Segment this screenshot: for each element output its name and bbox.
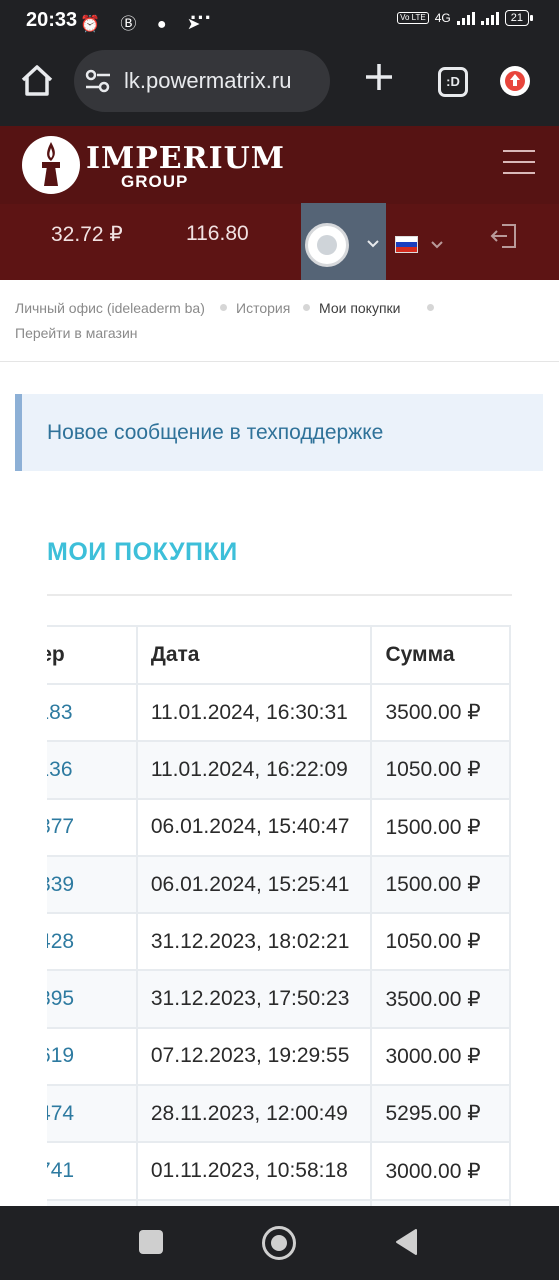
order-number-link[interactable]: -659741: [47, 1141, 138, 1201]
more-notifications-icon: ···: [190, 5, 212, 30]
order-date: 07.12.2023, 19:29:55: [135, 1026, 373, 1087]
order-number-link[interactable]: -831183: [47, 682, 138, 743]
order-sum: 5295.00 ₽: [370, 1084, 511, 1144]
site-settings-icon[interactable]: [84, 68, 112, 94]
support-message-link[interactable]: Новое сообщение в техподдержке: [47, 421, 383, 445]
chevron-down-icon: [367, 240, 379, 248]
logout-icon[interactable]: [490, 222, 518, 250]
order-date: 01.11.2023, 10:58:18: [135, 1141, 373, 1201]
home-nav-icon[interactable]: [262, 1226, 296, 1260]
table-row: -659741 01.11.2023, 10:58:18 3000.00 ₽: [47, 1141, 511, 1201]
breadcrumb-go-to-shop[interactable]: Перейти в магазин: [15, 325, 138, 341]
breadcrumb-separator: [220, 304, 227, 311]
network-type: 4G: [434, 11, 451, 25]
order-number-link[interactable]: -809395: [47, 969, 138, 1029]
column-header-number: Номер: [47, 625, 138, 685]
table-row: -831136 11.01.2024, 16:22:09 1050.00 ₽: [47, 740, 511, 800]
table-row: -809395 31.12.2023, 17:50:23 3500.00 ₽: [47, 969, 511, 1029]
order-number-link[interactable]: -821377: [47, 797, 138, 857]
column-header-sum: Сумма: [370, 625, 511, 685]
table-row: -821377 06.01.2024, 15:40:47 1500.00 ₽: [47, 797, 511, 857]
signal-icon-2: [480, 11, 499, 25]
menu-icon[interactable]: [503, 150, 535, 176]
breadcrumb: Личный офис (ideleaderm ba) История Мои …: [0, 280, 559, 362]
camera-icon: [317, 235, 337, 255]
brand-subtitle: GROUP: [121, 172, 189, 191]
table-row: -722474 28.11.2023, 12:00:49 5295.00 ₽: [47, 1084, 511, 1144]
language-chevron-icon[interactable]: [430, 240, 444, 250]
title-divider: [47, 594, 512, 596]
logo-icon[interactable]: [22, 136, 80, 194]
home-icon[interactable]: [18, 62, 56, 100]
breadcrumb-history[interactable]: История: [236, 300, 290, 316]
site-header: IMPERIUM GROUP: [0, 126, 559, 204]
table-row: -809428 31.12.2023, 18:02:21 1050.00 ₽: [47, 912, 511, 972]
column-header-date: Дата: [135, 625, 373, 685]
brand-name: IMPERIUM: [86, 141, 286, 176]
recent-apps-icon[interactable]: [139, 1230, 163, 1254]
order-number-link[interactable]: -821339: [47, 854, 138, 915]
page-title: МОИ ПОКУПКИ: [47, 538, 238, 566]
order-sum: 3500.00 ₽: [370, 969, 511, 1029]
order-date: 31.12.2023, 18:02:21: [135, 912, 373, 972]
order-sum: 3000.00 ₽: [370, 1141, 511, 1201]
status-bar: 20:33 ⏰ Ⓑ ● ➤ ··· Vo LTE 4G 21: [0, 0, 559, 40]
order-date: 31.12.2023, 17:50:23: [135, 969, 373, 1029]
order-sum: 1050.00 ₽: [370, 912, 511, 972]
user-menu-button[interactable]: [301, 203, 386, 280]
breadcrumb-separator: [427, 304, 434, 311]
order-number-link[interactable]: -753619: [47, 1026, 138, 1087]
system-navigation-bar: [0, 1206, 559, 1280]
order-sum: 3000.00 ₽: [370, 1026, 511, 1087]
url-text[interactable]: lk.powermatrix.ru: [124, 68, 291, 94]
purchases-table-container[interactable]: Номер Дата Сумма -831183 11.01.2024, 16:…: [47, 625, 512, 1206]
table-row: -821339 06.01.2024, 15:25:41 1500.00 ₽: [47, 854, 511, 915]
order-number-link[interactable]: -831136: [47, 740, 138, 800]
browser-toolbar: lk.powermatrix.ru :D: [0, 40, 559, 126]
status-time: 20:33: [26, 9, 78, 31]
order-date: 06.01.2024, 15:40:47: [135, 797, 373, 857]
order-date: 11.01.2024, 16:30:31: [135, 682, 373, 743]
new-tab-icon[interactable]: [362, 60, 396, 94]
breadcrumb-my-purchases: Мои покупки: [319, 300, 401, 316]
update-button[interactable]: [500, 66, 530, 96]
table-header-row: Номер Дата Сумма: [47, 625, 511, 685]
order-date: 28.11.2023, 12:00:49: [135, 1084, 373, 1144]
balance-bar: 32.72 ₽ 116.80: [0, 203, 559, 280]
order-sum: 1500.00 ₽: [370, 854, 511, 915]
order-sum: 1050.00 ₽: [370, 740, 511, 800]
order-sum: 3500.00 ₽: [370, 682, 511, 743]
balance-rub: 32.72 ₽: [51, 223, 123, 246]
russian-flag-icon[interactable]: [395, 236, 418, 253]
order-number-link[interactable]: -722474: [47, 1084, 138, 1144]
tab-switcher-button[interactable]: :D: [438, 67, 468, 97]
order-date: 06.01.2024, 15:25:41: [135, 854, 373, 915]
address-bar[interactable]: lk.powermatrix.ru: [74, 50, 330, 112]
support-notice: Новое сообщение в техподдержке: [15, 394, 543, 471]
status-right-icons: Vo LTE 4G 21: [397, 10, 534, 26]
table-row: -753619 07.12.2023, 19:29:55 3000.00 ₽: [47, 1026, 511, 1087]
breadcrumb-separator: [303, 304, 310, 311]
balance-points: 116.80: [186, 222, 249, 245]
back-icon[interactable]: [394, 1228, 418, 1256]
breadcrumb-personal-office[interactable]: Личный офис (ideleaderm ba): [15, 300, 205, 316]
order-sum: 1500.00 ₽: [370, 797, 511, 857]
volte-icon: Vo LTE: [397, 12, 429, 24]
battery-icon: 21: [504, 10, 534, 26]
arrow-up-icon: [510, 74, 520, 86]
table-row: -831183 11.01.2024, 16:30:31 3500.00 ₽: [47, 682, 511, 743]
signal-icon: [456, 11, 475, 25]
order-date: 11.01.2024, 16:22:09: [135, 740, 373, 800]
purchases-table: Номер Дата Сумма -831183 11.01.2024, 16:…: [47, 625, 511, 1206]
avatar: [305, 223, 349, 267]
order-number-link[interactable]: -809428: [47, 912, 138, 972]
